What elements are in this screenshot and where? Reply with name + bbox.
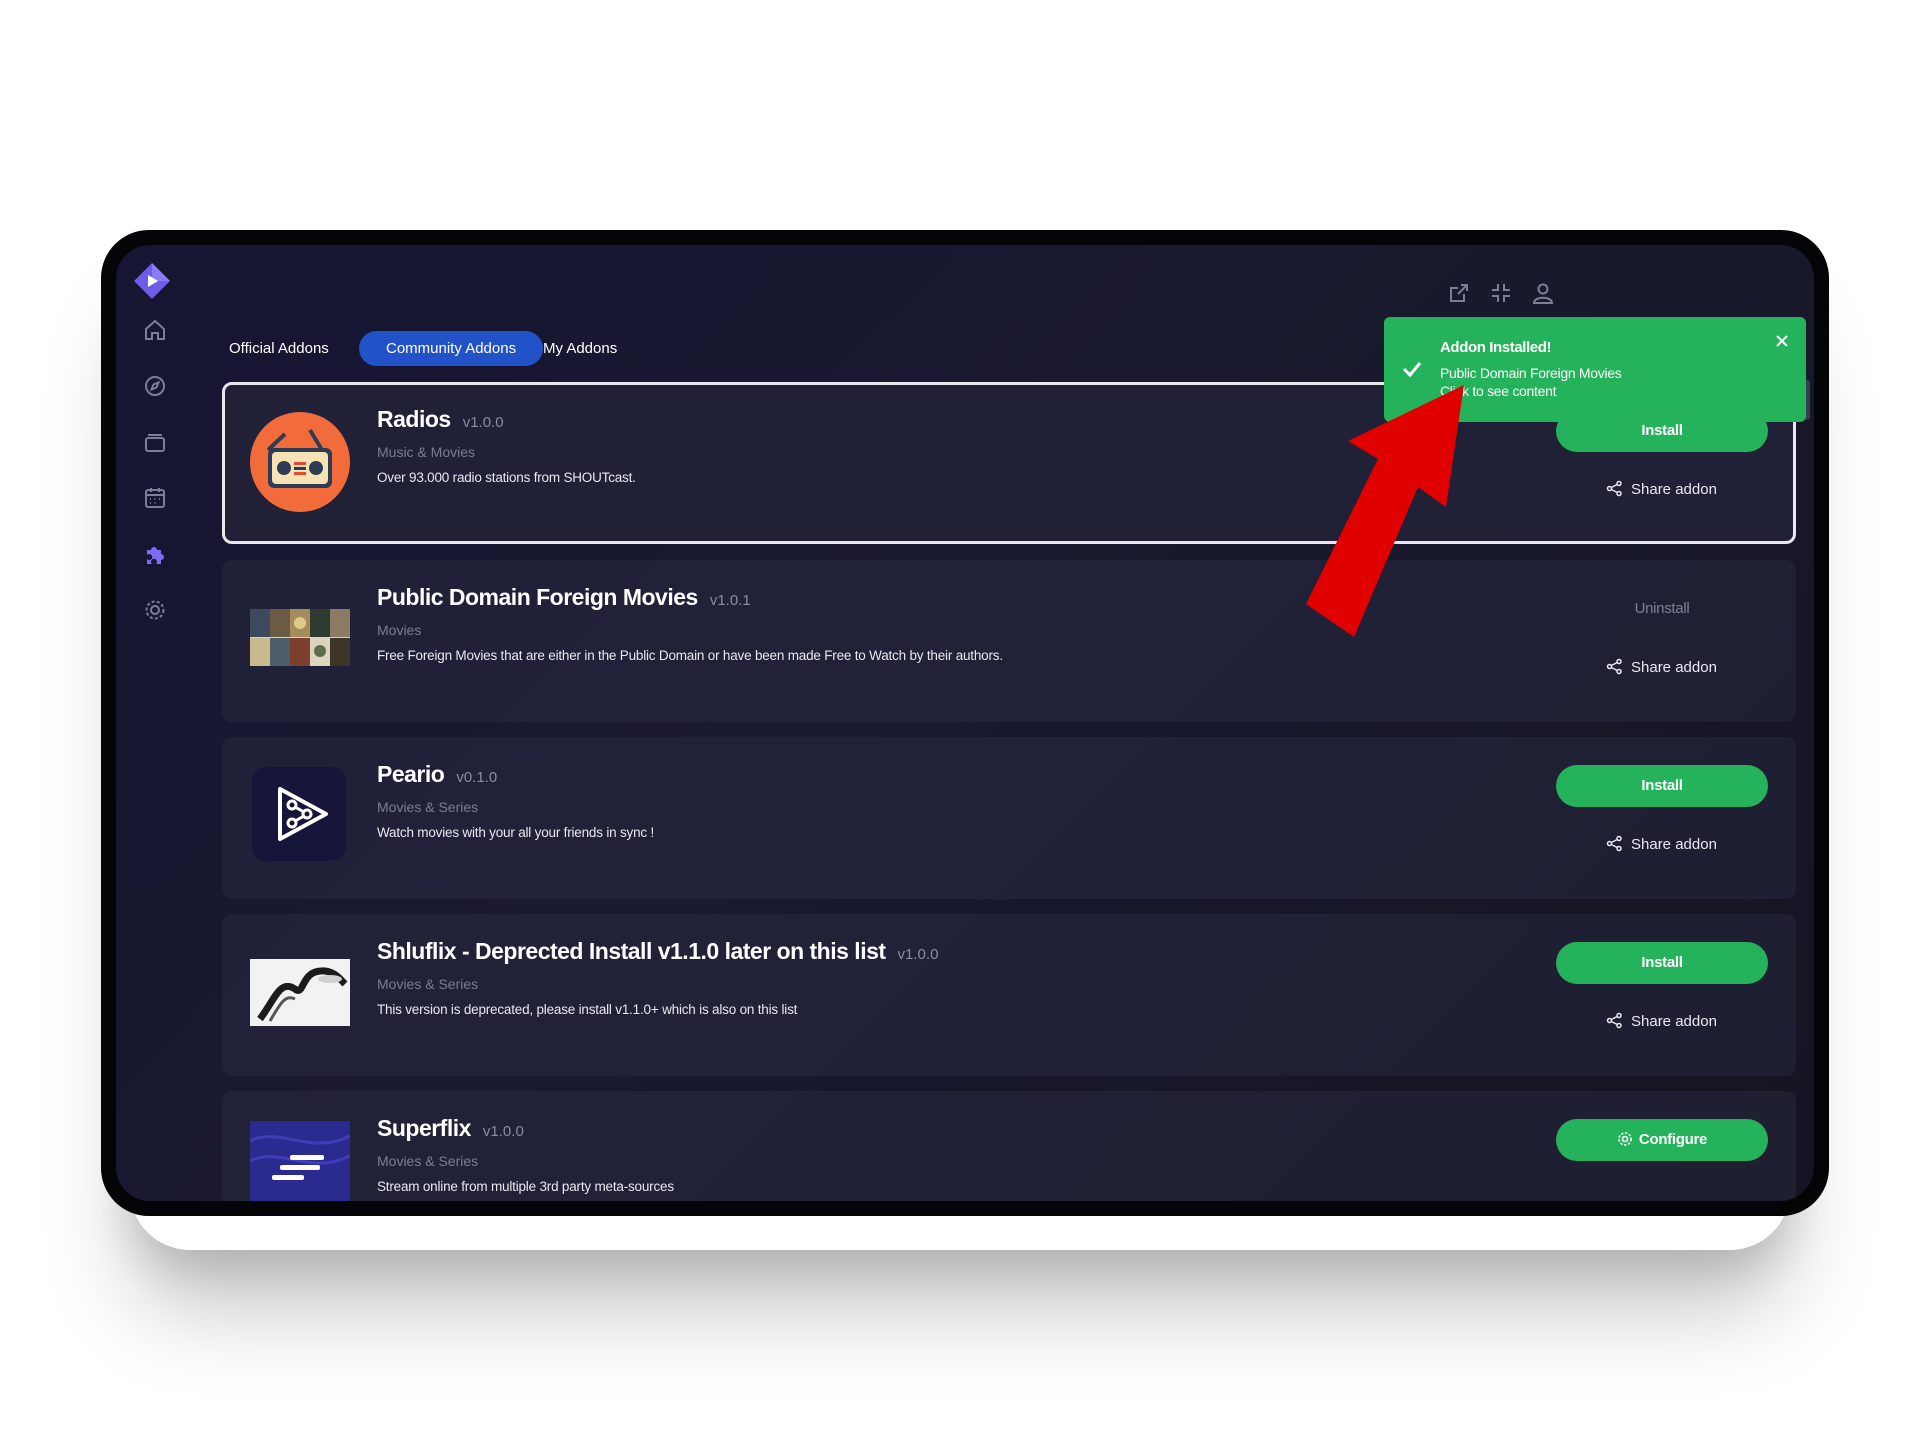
- sidebar: [116, 245, 206, 1201]
- share-label: Share addon: [1631, 481, 1717, 498]
- puzzle-icon[interactable]: [142, 541, 168, 567]
- addon-types: Movies & Series: [377, 1153, 479, 1169]
- calendar-icon[interactable]: [142, 485, 168, 511]
- gear-icon: [1618, 1132, 1632, 1146]
- movie-posters-thumbnail: [250, 609, 350, 666]
- addon-version: v0.1.0: [456, 769, 498, 786]
- tab-official-addons[interactable]: Official Addons: [202, 331, 356, 366]
- share-label: Share addon: [1631, 1013, 1717, 1030]
- addon-title-row: Public Domain Foreign Movies v1.0.1: [377, 584, 751, 611]
- addon-version: v1.0.0: [462, 414, 504, 431]
- addon-version: v1.0.1: [709, 592, 751, 609]
- share-icon: [1606, 835, 1622, 852]
- install-button[interactable]: Install: [1556, 942, 1768, 984]
- compass-icon[interactable]: [142, 373, 168, 399]
- home-icon[interactable]: [142, 317, 168, 343]
- gear-icon[interactable]: [142, 597, 168, 623]
- addon-name: Peario: [377, 761, 445, 787]
- tab-my-addons[interactable]: My Addons: [516, 331, 644, 366]
- radio-logo-icon: [250, 412, 350, 512]
- configure-label: Configure: [1638, 1131, 1708, 1148]
- addon-name: Shluflix - Deprected Install v1.1.0 late…: [377, 938, 886, 964]
- addon-name: Public Domain Foreign Movies: [377, 584, 698, 610]
- addon-description: Over 93.000 radio stations from SHOUTcas…: [377, 470, 636, 485]
- peario-logo-icon: [252, 767, 346, 861]
- share-addon-button[interactable]: Share addon: [1606, 833, 1717, 857]
- addon-description: Watch movies with your all your friends …: [377, 825, 655, 840]
- device-frame: Official Addons Community Addons My Addo…: [101, 230, 1829, 1216]
- share-label: Share addon: [1631, 836, 1717, 853]
- share-addon-button[interactable]: Share addon: [1606, 478, 1717, 502]
- addon-types: Music & Movies: [377, 444, 476, 460]
- addon-card-shluflix[interactable]: Shluflix - Deprected Install v1.1.0 late…: [222, 914, 1796, 1076]
- shluflix-thumbnail: [250, 959, 350, 1026]
- addon-name: Superflix: [377, 1115, 471, 1141]
- toast-title: Addon Installed!: [1440, 339, 1552, 356]
- addon-card-public-domain-foreign-movies[interactable]: Public Domain Foreign Movies v1.0.1 Movie…: [222, 560, 1796, 722]
- addon-name: Radios: [377, 406, 451, 432]
- share-icon: [1606, 658, 1622, 675]
- app-logo-icon[interactable]: [133, 262, 171, 300]
- addon-card-superflix[interactable]: Superflix v1.0.0 Movies & Series Stream o…: [222, 1091, 1796, 1201]
- addon-description: Free Foreign Movies that are either in t…: [377, 648, 1003, 663]
- app-window: Official Addons Community Addons My Addo…: [116, 245, 1814, 1201]
- addon-title-row: Superflix v1.0.0: [377, 1115, 524, 1142]
- library-icon[interactable]: [142, 429, 168, 455]
- share-icon: [1606, 1012, 1622, 1029]
- share-icon: [1606, 480, 1622, 497]
- addon-installed-toast[interactable]: Addon Installed! Public Domain Foreign M…: [1384, 317, 1806, 422]
- share-addon-button[interactable]: Share addon: [1606, 1010, 1717, 1034]
- addon-card-peario[interactable]: Peario v0.1.0 Movies & Series Watch movie…: [222, 737, 1796, 899]
- user-icon[interactable]: [1530, 280, 1556, 306]
- addon-version: v1.0.0: [897, 946, 939, 963]
- addon-types: Movies & Series: [377, 976, 479, 992]
- addon-title-row: Radios v1.0.0: [377, 406, 504, 433]
- superflix-logo-icon: [250, 1121, 350, 1201]
- addon-title-row: Shluflix - Deprected Install v1.1.0 late…: [377, 938, 938, 965]
- checkmark-icon: [1402, 362, 1422, 378]
- addon-types: Movies: [377, 622, 422, 638]
- close-icon[interactable]: [1774, 333, 1790, 349]
- addon-types: Movies & Series: [377, 799, 479, 815]
- toast-addon-name: Public Domain Foreign Movies: [1440, 365, 1622, 381]
- addon-title-row: Peario v0.1.0: [377, 761, 497, 788]
- addon-version: v1.0.0: [482, 1123, 524, 1140]
- addon-description: Stream online from multiple 3rd party me…: [377, 1179, 674, 1194]
- share-label: Share addon: [1631, 659, 1717, 676]
- minimize-icon[interactable]: [1488, 280, 1514, 306]
- uninstall-button[interactable]: Uninstall: [1556, 588, 1768, 630]
- share-addon-button[interactable]: Share addon: [1606, 656, 1717, 680]
- configure-button[interactable]: Configure: [1556, 1119, 1768, 1161]
- addon-description: This version is deprecated, please insta…: [377, 1002, 798, 1017]
- toast-click-hint: Click to see content: [1440, 383, 1557, 399]
- install-button[interactable]: Install: [1556, 765, 1768, 807]
- open-external-icon[interactable]: [1446, 280, 1472, 306]
